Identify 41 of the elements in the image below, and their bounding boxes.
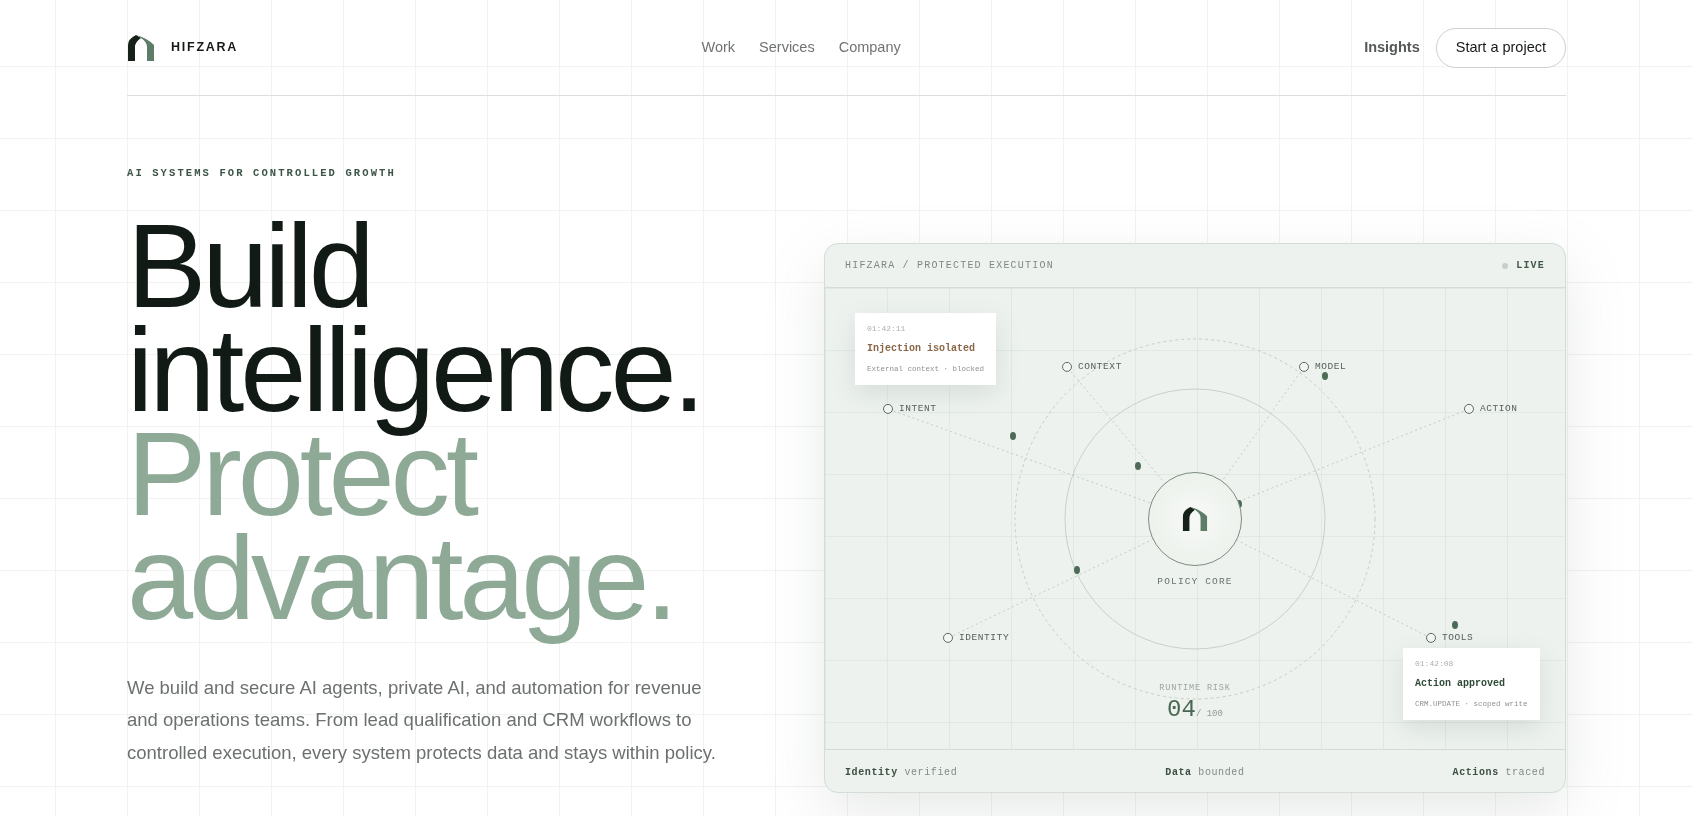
brand-name[interactable]: HIFZARA (171, 38, 239, 57)
signal-dot (1322, 372, 1328, 380)
node-ring-icon (1426, 633, 1436, 643)
core-label: POLICY CORE (1157, 575, 1233, 589)
node-label: ACTION (1480, 401, 1518, 416)
signal-dot (1010, 432, 1016, 440)
node-ring-icon (1464, 404, 1474, 414)
event-title: Action approved (1415, 677, 1506, 691)
arch-logo-icon[interactable] (127, 33, 155, 62)
signal-dot (1135, 462, 1141, 470)
arch-logo-icon (1182, 506, 1208, 532)
nav-link[interactable]: Services (759, 36, 815, 59)
live-status: LIVE (1516, 259, 1545, 273)
node-ring-icon (1062, 362, 1072, 372)
event-time: 01:42:11 (867, 323, 907, 335)
start-project-button[interactable]: Start a project (1435, 27, 1566, 68)
status-item: Data bounded (1165, 765, 1245, 780)
node-label: MODEL (1315, 359, 1347, 374)
event-time: 01:42:08 (1415, 658, 1455, 670)
nav-link[interactable]: Work (701, 36, 736, 59)
risk-value: 04 (1167, 695, 1196, 725)
risk-max: / 100 (1195, 709, 1223, 721)
signal-dot (1074, 566, 1080, 574)
node-label: CONTEXT (1078, 359, 1122, 374)
node-ring-icon (1299, 362, 1309, 372)
node-ring-icon (883, 404, 893, 414)
status-item: Actions traced (1452, 765, 1545, 780)
nav-link[interactable]: Insights (1364, 36, 1420, 59)
eyebrow-text: AI SYSTEMS FOR CONTROLLED GROWTH (127, 166, 397, 181)
node-label: INTENT (899, 401, 937, 416)
risk-label: RUNTIME RISK (1159, 682, 1231, 695)
status-item: Identity verified (845, 765, 958, 780)
node-label: TOOLS (1442, 630, 1474, 645)
status-dot-icon (1502, 262, 1509, 269)
hero-paragraph: We build and secure AI agents, private AI, and automation for revenue and operations teams. From lead qualification and CRM workflows to controlled execution, every system protects data and stays within policy. (127, 675, 717, 765)
panel-title: HIFZARA / PROTECTED EXECUTION (845, 259, 1054, 273)
node-ring-icon (943, 633, 953, 643)
event-title: Injection isolated (867, 342, 977, 356)
node-label: IDENTITY (959, 630, 1010, 645)
nav-link[interactable]: Company (838, 36, 901, 59)
signal-dot (1452, 621, 1458, 629)
